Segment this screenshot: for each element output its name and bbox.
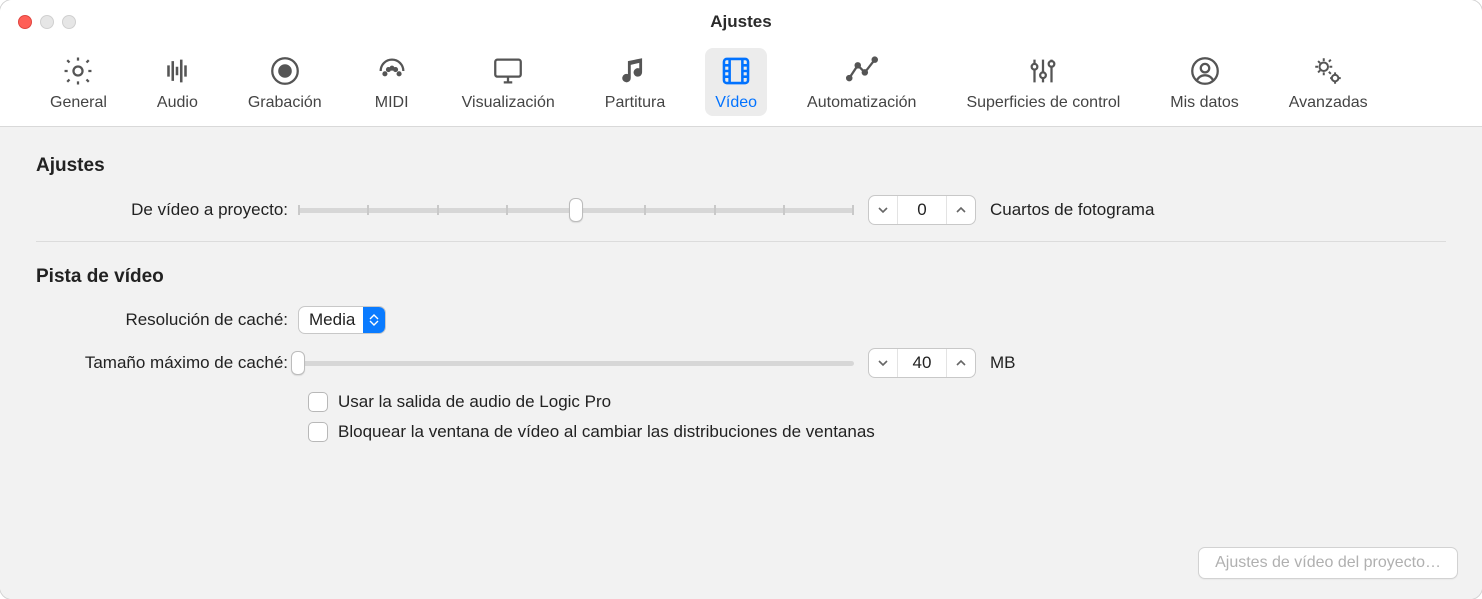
tab-label: Partitura	[605, 94, 665, 112]
checkbox-lock-window-label: Bloquear la ventana de vídeo al cambiar …	[338, 422, 875, 442]
checkbox-lock-window-row: Bloquear la ventana de vídeo al cambiar …	[308, 422, 1446, 442]
tab-automation[interactable]: Automatización	[797, 48, 926, 116]
video-to-project-label: De vídeo a proyecto:	[36, 200, 298, 220]
tab-control-surfaces[interactable]: Superficies de control	[956, 48, 1130, 116]
max-cache-row: Tamaño máximo de caché: 40 MB	[36, 348, 1446, 378]
max-cache-slider[interactable]	[298, 351, 854, 375]
checkbox-audio-output-label: Usar la salida de audio de Logic Pro	[338, 392, 611, 412]
checkbox-audio-output-row: Usar la salida de audio de Logic Pro	[308, 392, 1446, 412]
tab-midi[interactable]: MIDI	[362, 48, 422, 116]
gears-icon	[1311, 54, 1345, 88]
tab-label: MIDI	[375, 94, 409, 112]
tab-label: General	[50, 94, 107, 112]
tab-label: Vídeo	[715, 94, 757, 112]
cache-resolution-select[interactable]: Media	[298, 306, 386, 334]
tab-advanced[interactable]: Avanzadas	[1279, 48, 1378, 116]
video-to-project-row: De vídeo a proyecto: 0 Cuartos de fotogr…	[36, 195, 1446, 225]
cache-resolution-row: Resolución de caché: Media	[36, 306, 1446, 334]
checkbox-audio-output[interactable]	[308, 392, 328, 412]
tab-audio[interactable]: Audio	[147, 48, 208, 116]
tab-label: Mis datos	[1170, 94, 1238, 112]
divider	[36, 241, 1446, 242]
tab-label: Grabación	[248, 94, 322, 112]
tab-label: Avanzadas	[1289, 94, 1368, 112]
record-icon	[268, 54, 302, 88]
section-title-video-track: Pista de vídeo	[36, 266, 1446, 288]
tab-label: Audio	[157, 94, 198, 112]
video-to-project-stepper[interactable]: 0	[868, 195, 976, 225]
tab-label: Superficies de control	[966, 94, 1120, 112]
settings-window: Ajustes General Audio Grabación MIDI	[0, 0, 1482, 599]
music-note-icon	[618, 54, 652, 88]
tab-video[interactable]: Vídeo	[705, 48, 767, 116]
titlebar: Ajustes	[0, 0, 1482, 44]
gear-icon	[61, 54, 95, 88]
toolbar: General Audio Grabación MIDI Visualizaci…	[0, 44, 1482, 127]
stepper-down-icon[interactable]	[869, 196, 897, 224]
section-title-settings: Ajustes	[36, 155, 1446, 177]
stepper-down-icon[interactable]	[869, 349, 897, 377]
tab-general[interactable]: General	[40, 48, 117, 116]
max-cache-value[interactable]: 40	[897, 349, 947, 377]
window-title: Ajustes	[0, 12, 1482, 32]
tab-recording[interactable]: Grabación	[238, 48, 332, 116]
checkbox-lock-window[interactable]	[308, 422, 328, 442]
monitor-icon	[491, 54, 525, 88]
midi-icon	[375, 54, 409, 88]
tab-display[interactable]: Visualización	[452, 48, 565, 116]
content-pane: Ajustes De vídeo a proyecto: 0 Cuartos d…	[0, 127, 1482, 599]
cache-resolution-label: Resolución de caché:	[36, 310, 298, 330]
select-arrows-icon	[363, 307, 385, 333]
automation-icon	[845, 54, 879, 88]
sliders-icon	[1026, 54, 1060, 88]
video-to-project-slider[interactable]	[298, 198, 854, 222]
tab-score[interactable]: Partitura	[595, 48, 675, 116]
video-to-project-unit: Cuartos de fotograma	[990, 200, 1154, 220]
waveform-icon	[160, 54, 194, 88]
video-to-project-value[interactable]: 0	[897, 196, 947, 224]
tab-mydata[interactable]: Mis datos	[1160, 48, 1248, 116]
tab-label: Automatización	[807, 94, 916, 112]
project-video-settings-button[interactable]: Ajustes de vídeo del proyecto…	[1198, 547, 1458, 579]
tab-label: Visualización	[462, 94, 555, 112]
cache-resolution-value: Media	[309, 310, 363, 330]
max-cache-label: Tamaño máximo de caché:	[36, 353, 298, 373]
person-circle-icon	[1188, 54, 1222, 88]
max-cache-unit: MB	[990, 353, 1016, 373]
film-icon	[719, 54, 753, 88]
stepper-up-icon[interactable]	[947, 349, 975, 377]
max-cache-stepper[interactable]: 40	[868, 348, 976, 378]
stepper-up-icon[interactable]	[947, 196, 975, 224]
